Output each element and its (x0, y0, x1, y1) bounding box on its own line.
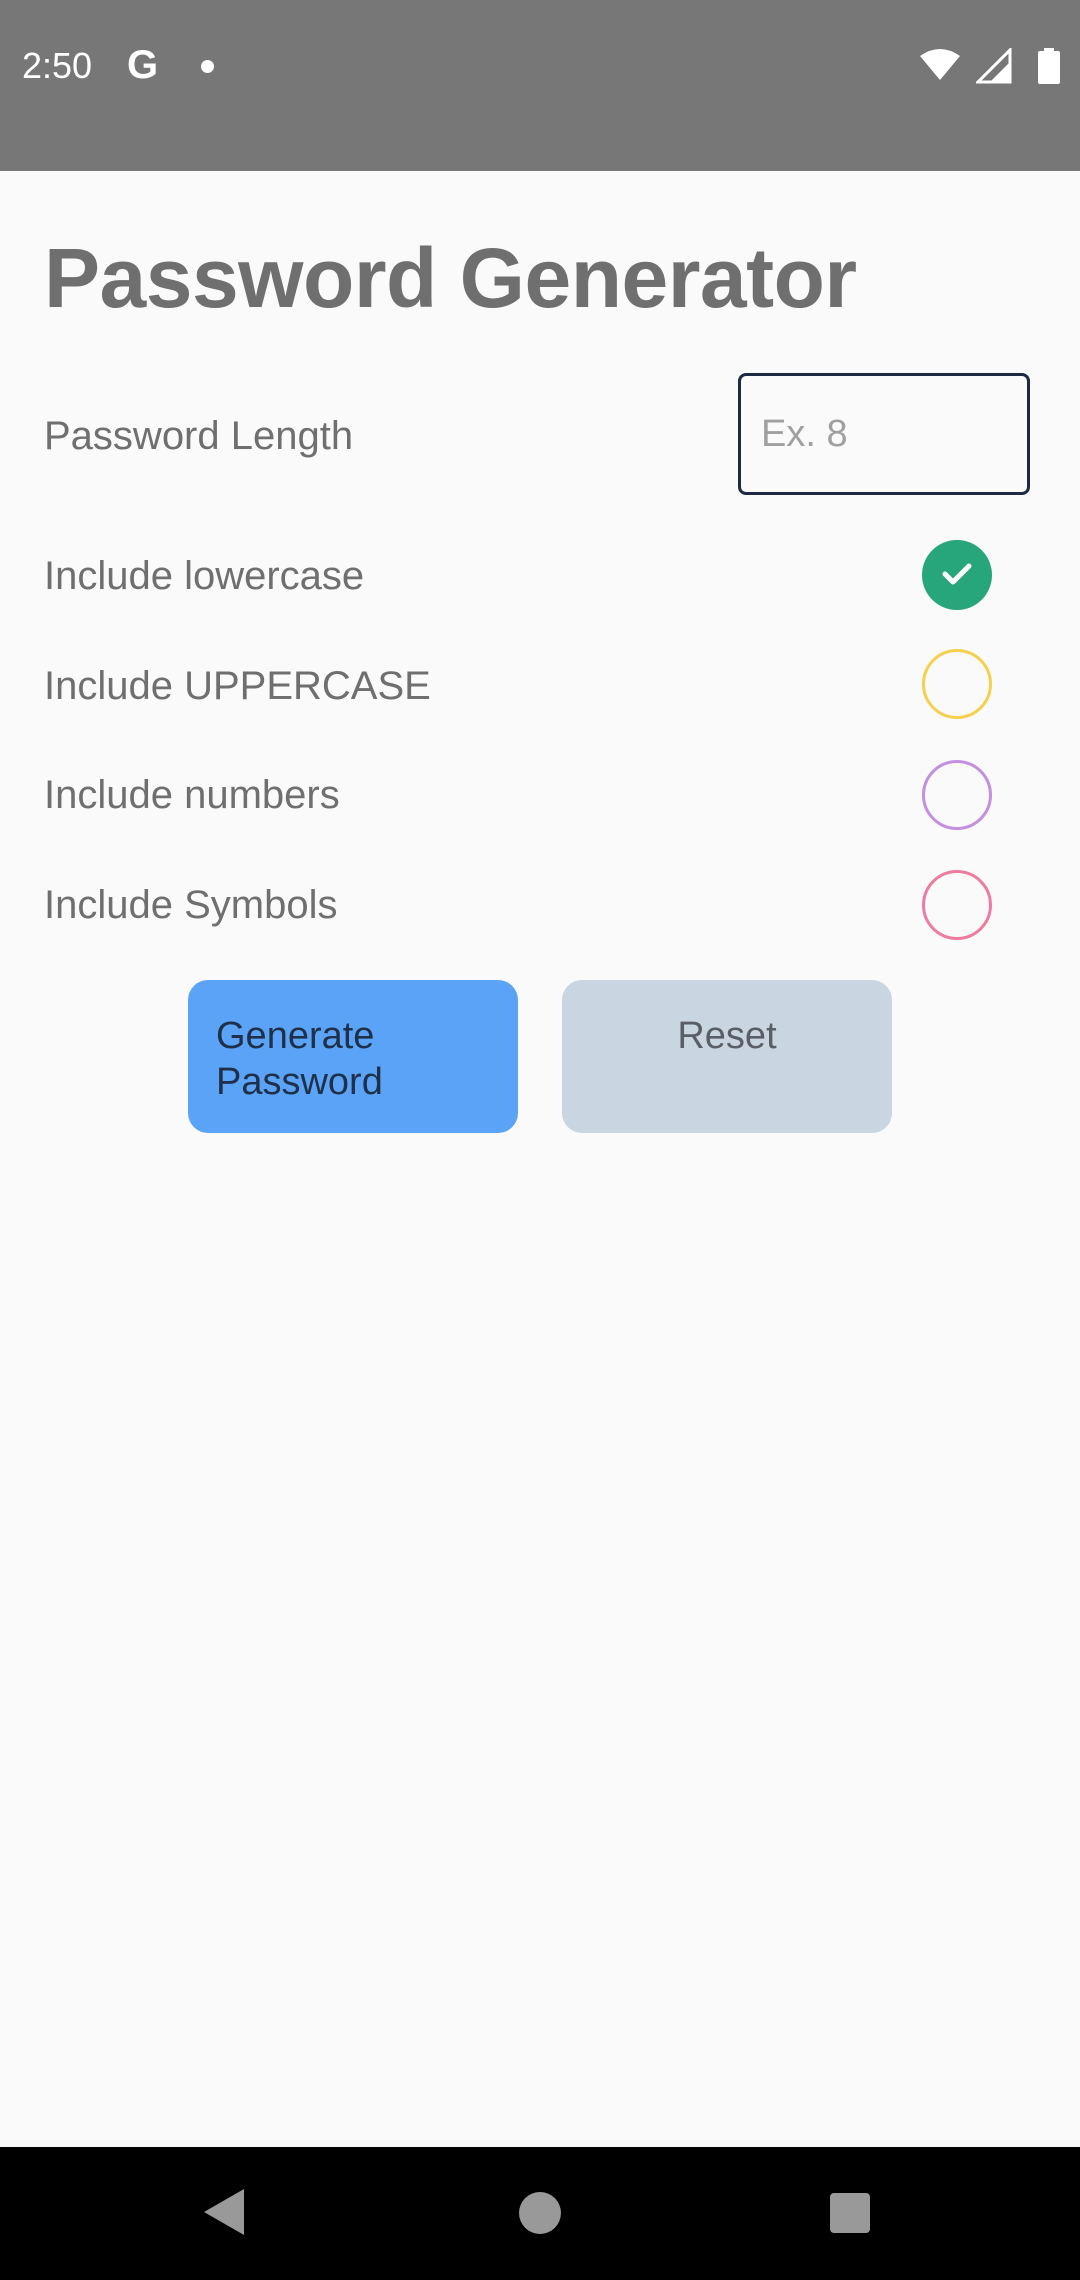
recents-icon[interactable] (830, 2193, 870, 2233)
password-length-input[interactable] (738, 373, 1030, 495)
symbols-checkbox[interactable] (922, 870, 992, 940)
generate-password-button[interactable]: Generate Password (188, 980, 518, 1133)
check-icon (942, 563, 972, 585)
back-icon[interactable] (204, 2189, 244, 2235)
option-numbers-label: Include numbers (44, 773, 340, 817)
password-length-label: Password Length (44, 414, 354, 458)
lowercase-checkbox[interactable] (922, 540, 992, 610)
signal-icon (976, 48, 1012, 84)
numbers-checkbox[interactable] (922, 760, 992, 830)
status-time: 2:50 (22, 45, 93, 86)
option-uppercase-label: Include UPPERCASE (44, 664, 431, 708)
navigation-bar (0, 2147, 1080, 2280)
wifi-icon (920, 49, 960, 80)
uppercase-checkbox[interactable] (922, 649, 992, 719)
battery-icon (1038, 48, 1060, 84)
reset-button[interactable]: Reset (562, 980, 892, 1133)
page-title: Password Generator (44, 231, 857, 325)
notification-dot-icon (201, 60, 214, 73)
option-lowercase-label: Include lowercase (44, 554, 365, 598)
option-symbols-label: Include Symbols (44, 883, 338, 927)
google-icon: G (127, 43, 159, 87)
status-bar: 2:50 G (0, 0, 1080, 171)
home-icon[interactable] (519, 2192, 561, 2234)
